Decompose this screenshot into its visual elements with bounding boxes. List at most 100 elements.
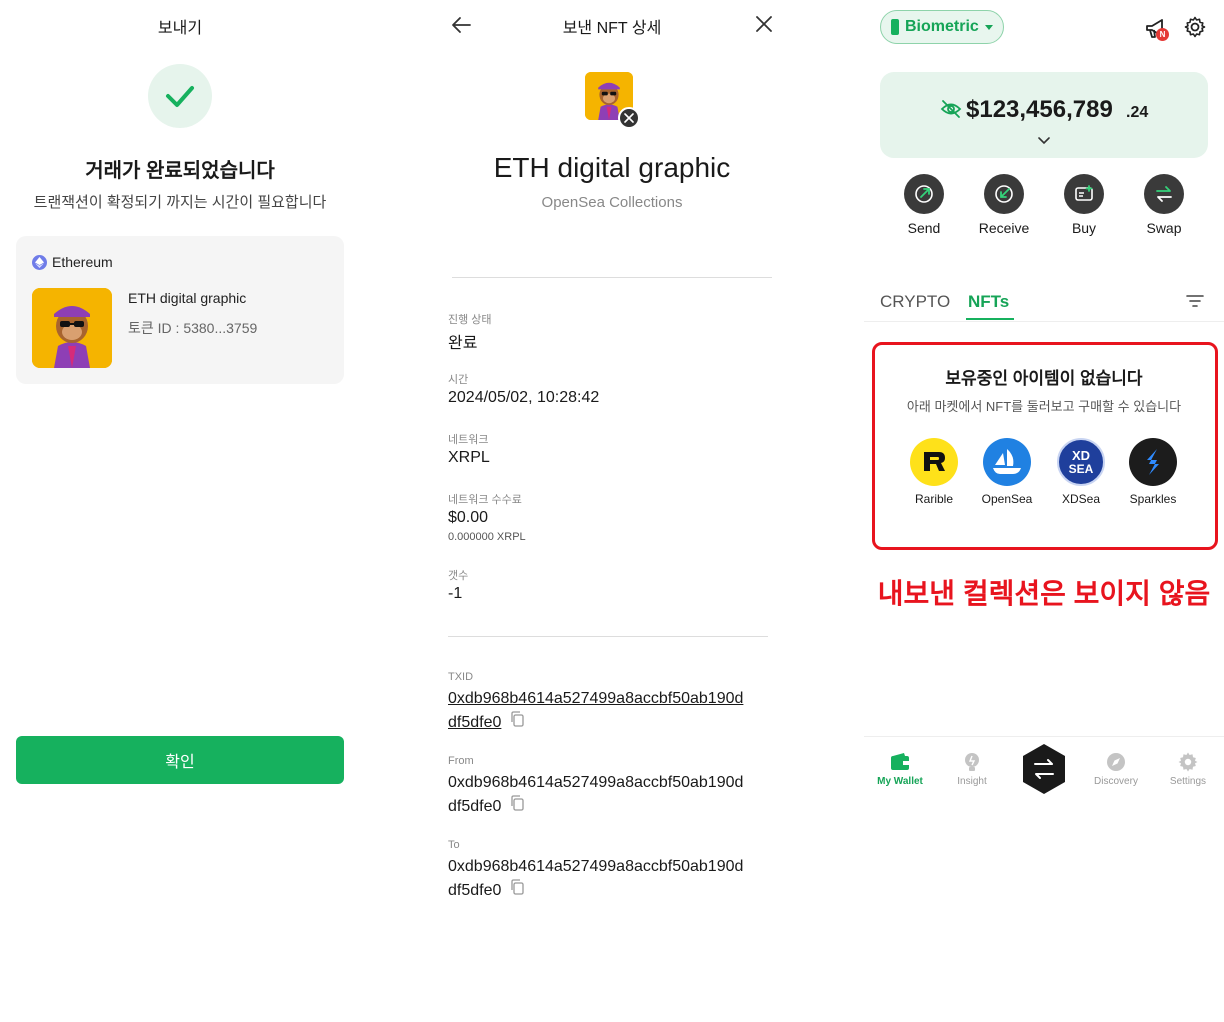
- tab-divider: [864, 321, 1224, 322]
- count-label: 갯수: [448, 570, 469, 582]
- time-value: 2024/05/02, 10:28:42: [448, 389, 600, 406]
- to-label: To: [448, 839, 460, 851]
- nft-detail-screen: 보낸 NFT 상세 ETH digital graphic OpenSea Co…: [432, 0, 792, 1022]
- opensea-icon[interactable]: [983, 438, 1031, 486]
- buy-label: Buy: [1071, 220, 1097, 236]
- send-complete-screen: 보내기 거래가 완료되었습니다 트랜잭션이 확정되기 까지는 시간이 필요합니다…: [0, 0, 360, 1022]
- to-address: 0xdb968b4614a527499a8accbf50ab190d df5df…: [448, 855, 768, 903]
- receive-icon[interactable]: [984, 174, 1024, 214]
- market-opensea[interactable]: OpenSea: [971, 438, 1043, 506]
- annotation-text: 내보낸 컬렉션은 보이지 않음: [877, 578, 1211, 609]
- txid-line-2[interactable]: df5dfe0: [448, 714, 501, 731]
- from-line-2: df5dfe0: [448, 798, 502, 816]
- txid-line-1[interactable]: 0xdb968b4614a527499a8accbf50ab190d: [448, 690, 743, 707]
- success-heading: 거래가 완료되었습니다: [85, 160, 275, 182]
- nav-settings[interactable]: Settings: [1152, 751, 1224, 787]
- compass-icon: [1105, 751, 1127, 773]
- from-address: 0xdb968b4614a527499a8accbf50ab190d df5df…: [448, 771, 768, 819]
- fee-label: 네트워크 수수료: [448, 494, 522, 506]
- time-label: 시간: [448, 374, 469, 386]
- swap-icon[interactable]: [1144, 174, 1184, 214]
- sparkles-icon[interactable]: [1129, 438, 1177, 486]
- chevron-down-icon: [984, 24, 993, 30]
- copy-icon[interactable]: [510, 795, 524, 819]
- market-rarible[interactable]: Rarible: [898, 438, 970, 506]
- txid-label: TXID: [448, 671, 474, 683]
- balance-card[interactable]: $123,456,789 .24: [880, 72, 1208, 158]
- divider: [452, 277, 772, 278]
- gear-icon: [1177, 751, 1199, 773]
- filter-icon[interactable]: [1186, 292, 1204, 310]
- xdsea-icon[interactable]: XD SEA: [1057, 438, 1105, 486]
- status-label: 진행 상태: [448, 314, 492, 326]
- nav-my-wallet[interactable]: My Wallet: [864, 751, 936, 787]
- svg-text:SEA: SEA: [1069, 462, 1094, 476]
- gear-icon[interactable]: [1184, 16, 1206, 38]
- svg-text:XD: XD: [1072, 448, 1090, 463]
- network-label: Ethereum: [52, 254, 113, 270]
- nav-insight-label: Insight: [957, 776, 987, 787]
- market-sparkles[interactable]: Sparkles: [1117, 438, 1189, 506]
- ethereum-icon: [32, 255, 47, 270]
- divider: [448, 636, 768, 637]
- receive-label: Receive: [978, 220, 1030, 236]
- from-line-1: 0xdb968b4614a527499a8accbf50ab190d: [448, 774, 744, 791]
- send-action[interactable]: Send: [884, 174, 964, 236]
- confirm-button[interactable]: 확인: [16, 736, 344, 784]
- chevron-down-icon[interactable]: [1038, 132, 1050, 150]
- empty-state-title: 보유중인 아이템이 없습니다: [945, 369, 1143, 388]
- send-icon[interactable]: [904, 174, 944, 214]
- send-label: Send: [907, 220, 941, 236]
- insight-icon: [961, 751, 983, 773]
- swap-action[interactable]: Swap: [1124, 174, 1204, 236]
- security-mode-label: Biometric: [905, 18, 979, 35]
- fee-subvalue: 0.000000 XRPL: [448, 531, 526, 543]
- success-check-icon: [148, 64, 212, 128]
- nft-thumbnail: [32, 288, 112, 368]
- nav-discovery[interactable]: Discovery: [1080, 751, 1152, 787]
- bottom-nav: My Wallet Insight Discovery Settings: [864, 736, 1224, 801]
- from-label: From: [448, 755, 474, 767]
- balance-amount: $123,456,789: [966, 96, 1113, 123]
- balance-decimal: .24: [1126, 104, 1149, 121]
- nft-summary-card: Ethereum ETH digital graphic 토큰 ID : 538…: [16, 236, 344, 384]
- rarible-icon[interactable]: [910, 438, 958, 486]
- token-id: 토큰 ID : 5380...3759: [128, 320, 258, 336]
- to-line-1: 0xdb968b4614a527499a8accbf50ab190d: [448, 858, 744, 875]
- copy-icon[interactable]: [510, 711, 524, 735]
- empty-state-subtitle: 아래 마켓에서 NFT를 둘러보고 구매할 수 있습니다: [906, 399, 1182, 414]
- to-line-2: df5dfe0: [448, 882, 502, 900]
- nft-name: ETH digital graphic: [128, 290, 247, 306]
- receive-action[interactable]: Receive: [964, 174, 1044, 236]
- swap-label: Swap: [1146, 220, 1182, 236]
- count-value: -1: [448, 585, 463, 602]
- opensea-label: OpenSea: [981, 492, 1033, 506]
- xrpl-badge-icon: [618, 107, 640, 129]
- buy-icon[interactable]: [1064, 174, 1104, 214]
- biometric-icon: [891, 19, 899, 35]
- network-label: 네트워크: [448, 434, 489, 446]
- tab-crypto[interactable]: CRYPTO: [880, 292, 950, 312]
- security-mode-dropdown[interactable]: Biometric: [880, 10, 1004, 44]
- collection-name: OpenSea Collections: [541, 194, 683, 211]
- buy-action[interactable]: Buy: [1044, 174, 1124, 236]
- eye-off-icon[interactable]: [940, 98, 962, 120]
- nav-my-wallet-label: My Wallet: [877, 776, 923, 787]
- network-value: XRPL: [448, 449, 490, 466]
- active-tab-indicator: [966, 318, 1014, 320]
- tab-nfts[interactable]: NFTs: [968, 292, 1009, 312]
- fee-value: $0.00: [448, 509, 489, 526]
- nav-discovery-label: Discovery: [1094, 776, 1138, 787]
- nft-name: ETH digital graphic: [493, 152, 731, 183]
- success-subtitle: 트랜잭션이 확정되기 까지는 시간이 필요합니다: [33, 194, 327, 211]
- txid-value[interactable]: 0xdb968b4614a527499a8accbf50ab190d df5df…: [448, 687, 768, 735]
- copy-icon[interactable]: [510, 879, 524, 903]
- rarible-label: Rarible: [914, 492, 953, 506]
- wallet-screen: Biometric N $123,456,789 .24 Send Receiv…: [864, 0, 1224, 1022]
- market-xdsea[interactable]: XD SEA XDSea: [1045, 438, 1117, 506]
- status-value: 완료: [448, 335, 478, 352]
- close-icon[interactable]: [754, 14, 774, 34]
- wallet-icon: [889, 751, 911, 773]
- swap-center-button[interactable]: [1018, 743, 1070, 795]
- nav-insight[interactable]: Insight: [936, 751, 1008, 787]
